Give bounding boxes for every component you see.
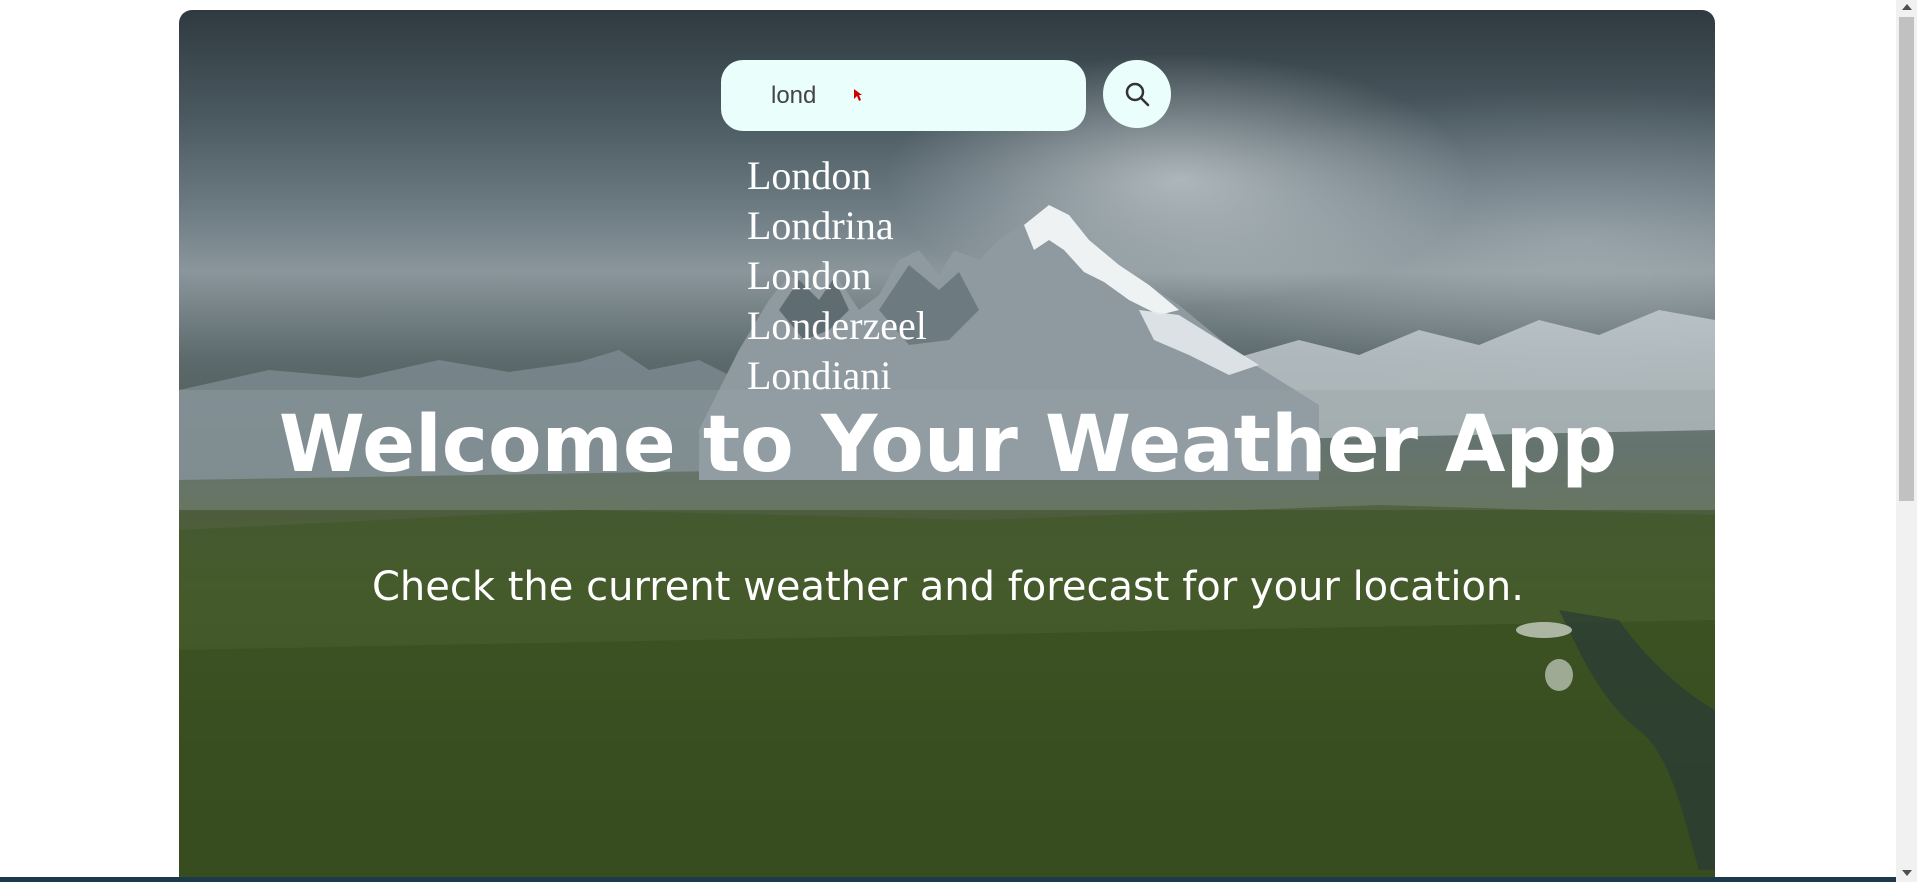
page: London Londrina London Londerzeel Londia… bbox=[0, 0, 1917, 882]
cursor-icon bbox=[854, 89, 862, 101]
page-subtitle: Check the current weather and forecast f… bbox=[371, 564, 1524, 610]
search-button[interactable] bbox=[1103, 60, 1171, 128]
taskbar-edge bbox=[0, 877, 1896, 882]
search-input[interactable] bbox=[771, 81, 1071, 110]
scroll-up-arrow-icon[interactable] bbox=[1902, 4, 1912, 10]
suggestion-list: London Londrina London Londerzeel Londia… bbox=[747, 151, 927, 401]
page-title: Welcome to Your Weather App bbox=[278, 400, 1618, 490]
suggestion-item[interactable]: Londrina bbox=[747, 201, 927, 251]
suggestion-item[interactable]: Londerzeel bbox=[747, 301, 927, 351]
suggestion-item[interactable]: London bbox=[747, 251, 927, 301]
search-bar bbox=[721, 60, 1086, 131]
scrollbar-thumb[interactable] bbox=[1899, 17, 1914, 501]
scroll-down-arrow-icon[interactable] bbox=[1902, 870, 1912, 876]
suggestion-item[interactable]: London bbox=[747, 151, 927, 201]
suggestion-item[interactable]: Londiani bbox=[747, 351, 927, 401]
search-icon bbox=[1125, 82, 1150, 107]
